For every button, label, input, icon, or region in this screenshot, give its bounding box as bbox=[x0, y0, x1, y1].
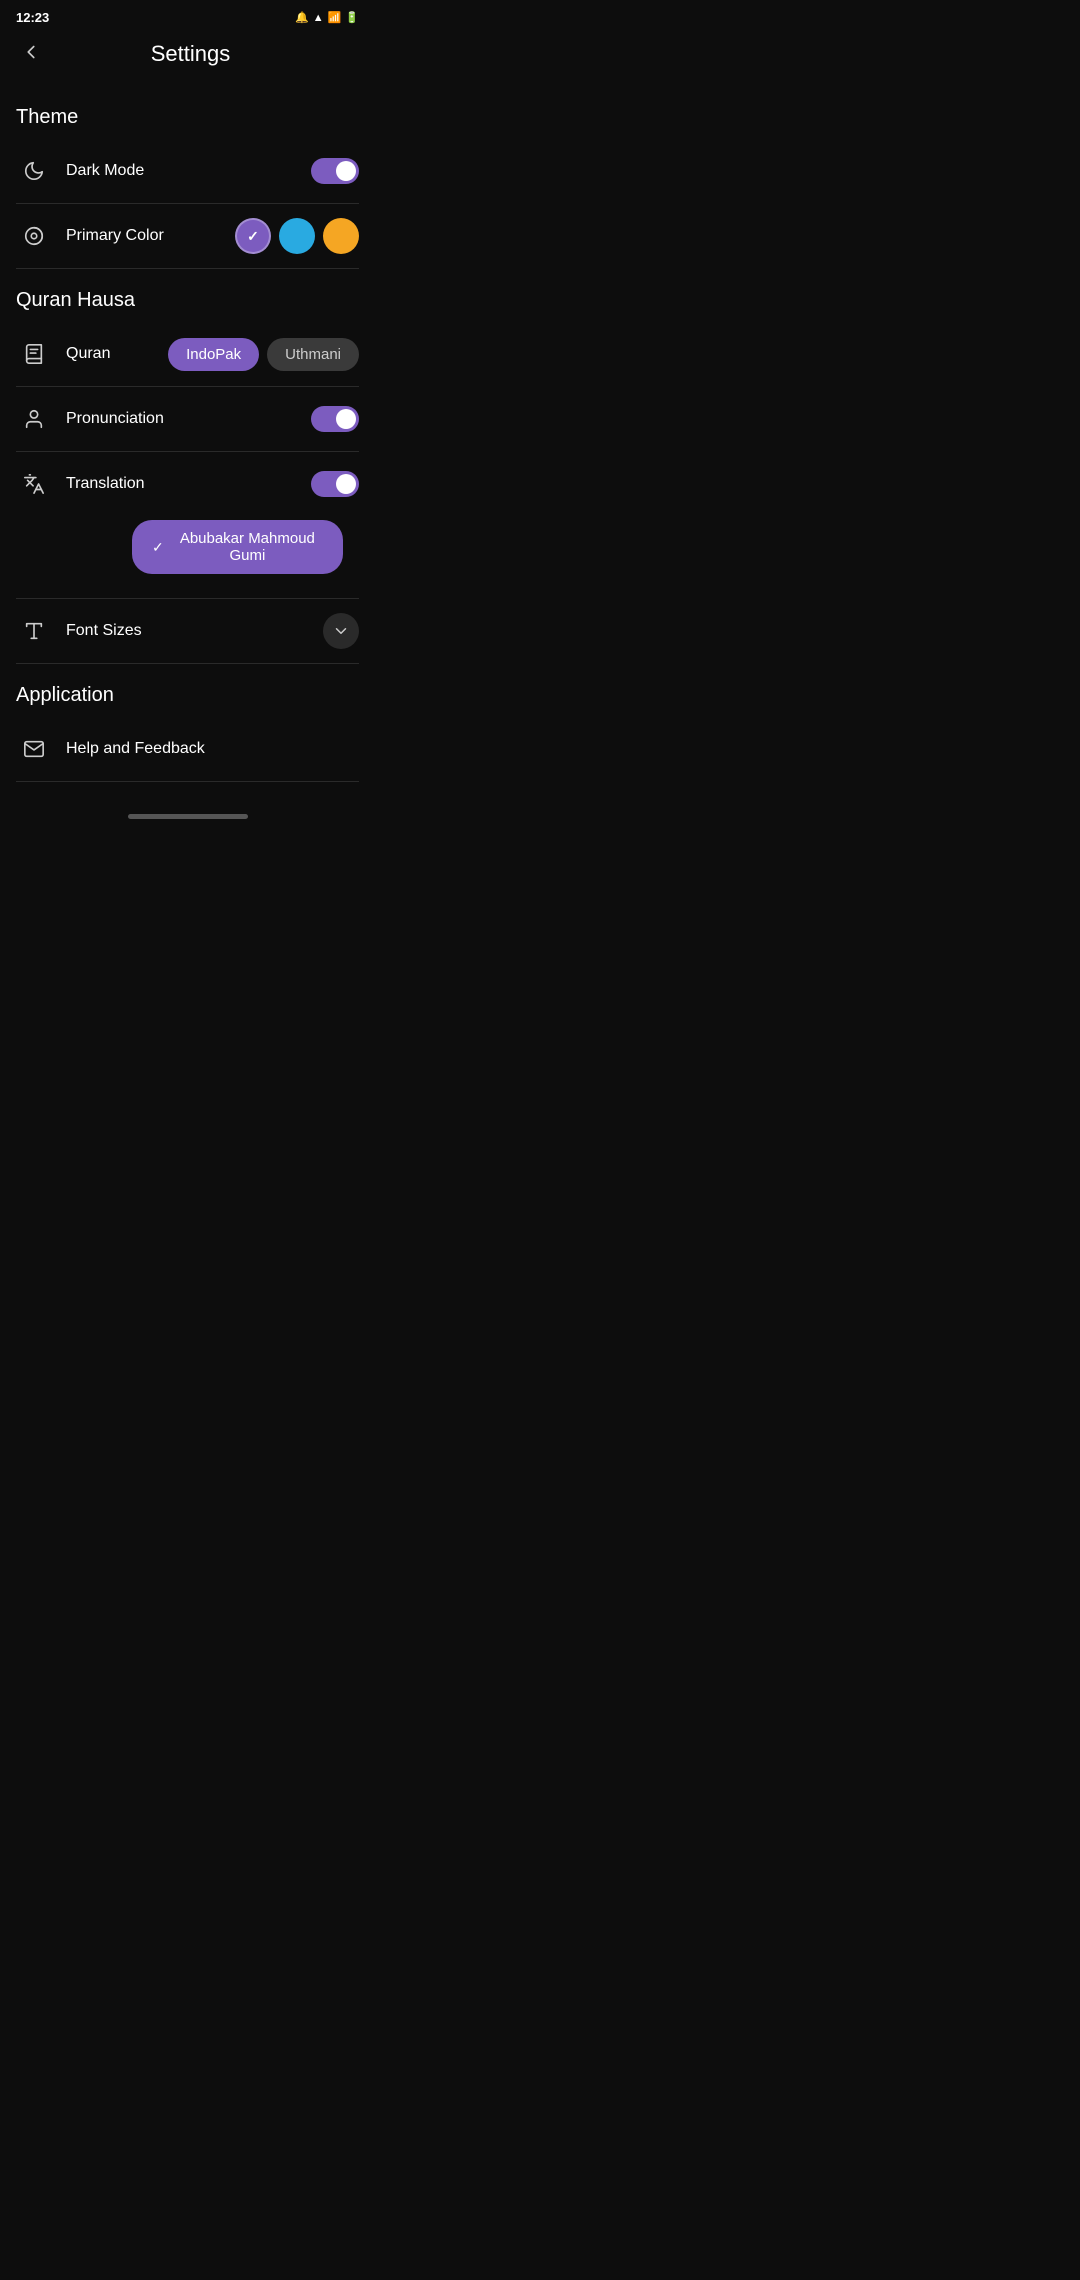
translation-label: Translation bbox=[66, 475, 311, 493]
translation-icon bbox=[16, 466, 52, 502]
translation-name: Abubakar Mahmoud Gumi bbox=[172, 530, 323, 564]
translation-check-icon: ✓ bbox=[152, 539, 164, 556]
translation-row[interactable]: Translation bbox=[0, 452, 375, 516]
translation-selection-container: ✓ Abubakar Mahmoud Gumi bbox=[0, 520, 375, 598]
color-circle-purple[interactable]: ✓ bbox=[235, 218, 271, 254]
quran-btn-uthmani[interactable]: Uthmani bbox=[267, 338, 359, 371]
translation-selector-button[interactable]: ✓ Abubakar Mahmoud Gumi bbox=[132, 520, 343, 574]
quran-buttons-container: IndoPak Uthmani bbox=[168, 338, 359, 371]
status-time: 12:23 bbox=[16, 10, 49, 25]
primary-color-icon bbox=[16, 218, 52, 254]
theme-section-label: Theme bbox=[0, 86, 375, 139]
quran-hausa-section-label: Quran Hausa bbox=[0, 269, 375, 322]
quran-label: Quran bbox=[66, 345, 168, 363]
main-content: Theme Dark Mode Primary Color ✓ bbox=[0, 86, 375, 802]
color-circle-blue[interactable] bbox=[279, 218, 315, 254]
color-circle-orange[interactable] bbox=[323, 218, 359, 254]
primary-color-label: Primary Color bbox=[66, 227, 235, 245]
translation-toggle[interactable] bbox=[311, 471, 359, 497]
header: Settings bbox=[0, 29, 375, 86]
page-title: Settings bbox=[54, 41, 327, 67]
signal-icon: 📶 bbox=[328, 11, 342, 24]
status-bar: 12:23 🔔 ▲ 📶 🔋 bbox=[0, 0, 375, 29]
pronunciation-row[interactable]: Pronunciation bbox=[0, 387, 375, 451]
chevron-down-icon bbox=[332, 622, 350, 640]
pronunciation-label: Pronunciation bbox=[66, 410, 311, 428]
help-feedback-label: Help and Feedback bbox=[66, 740, 359, 758]
color-circles-container: ✓ bbox=[235, 218, 359, 254]
help-feedback-row[interactable]: Help and Feedback bbox=[0, 717, 375, 781]
home-indicator bbox=[0, 802, 375, 827]
wifi-icon: ▲ bbox=[313, 12, 324, 24]
status-icons: 🔔 ▲ 📶 🔋 bbox=[295, 11, 359, 24]
quran-btn-indopak[interactable]: IndoPak bbox=[168, 338, 259, 371]
dark-mode-toggle-container bbox=[311, 158, 359, 184]
help-feedback-icon bbox=[16, 731, 52, 767]
pronunciation-icon bbox=[16, 401, 52, 437]
font-sizes-icon bbox=[16, 613, 52, 649]
pronunciation-toggle[interactable] bbox=[311, 406, 359, 432]
back-button[interactable] bbox=[16, 37, 46, 70]
primary-color-row[interactable]: Primary Color ✓ bbox=[0, 204, 375, 268]
quran-icon bbox=[16, 336, 52, 372]
font-size-dropdown-button[interactable] bbox=[323, 613, 359, 649]
back-arrow-icon bbox=[20, 41, 42, 63]
divider-7 bbox=[16, 781, 359, 782]
font-sizes-right bbox=[323, 613, 359, 649]
application-section-label: Application bbox=[0, 664, 375, 717]
dark-mode-icon bbox=[16, 153, 52, 189]
dark-mode-toggle[interactable] bbox=[311, 158, 359, 184]
color-check-purple: ✓ bbox=[247, 228, 259, 245]
dark-mode-row[interactable]: Dark Mode bbox=[0, 139, 375, 203]
pronunciation-toggle-container bbox=[311, 406, 359, 432]
font-sizes-label: Font Sizes bbox=[66, 622, 323, 640]
notification-icon: 🔔 bbox=[295, 11, 309, 24]
home-bar bbox=[128, 814, 248, 819]
battery-icon: 🔋 bbox=[345, 11, 359, 24]
font-sizes-row[interactable]: Font Sizes bbox=[0, 599, 375, 663]
translation-toggle-container bbox=[311, 471, 359, 497]
quran-row[interactable]: Quran IndoPak Uthmani bbox=[0, 322, 375, 386]
dark-mode-label: Dark Mode bbox=[66, 162, 311, 180]
